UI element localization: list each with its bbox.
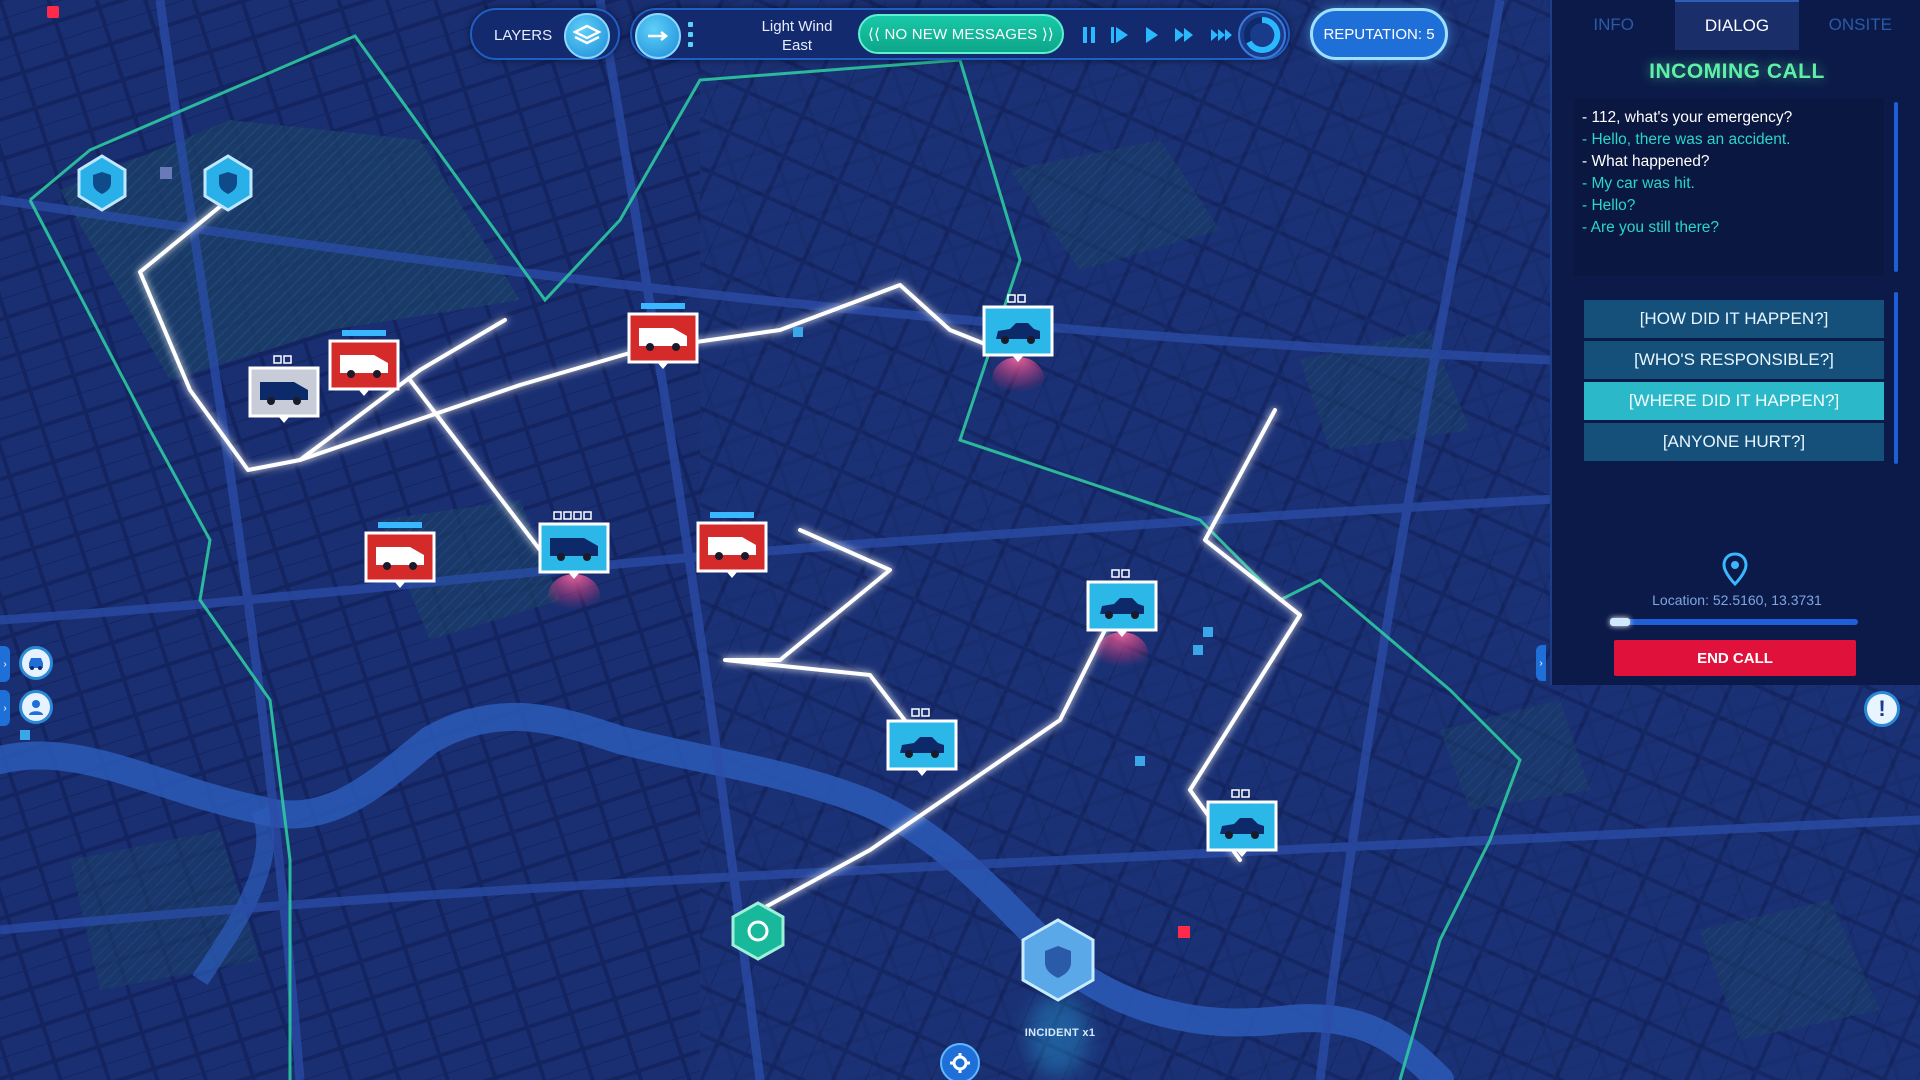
car-icon — [29, 658, 43, 670]
unit-marker-police-van[interactable] — [538, 511, 610, 618]
unit-marker-fire[interactable] — [696, 512, 768, 578]
pause-button[interactable] — [1082, 24, 1096, 46]
transcript-line: - Are you still there? — [1582, 219, 1719, 236]
reputation-badge[interactable]: REPUTATION: 5 — [1310, 8, 1448, 60]
layers-label: LAYERS — [494, 27, 553, 44]
tab-dialog[interactable]: DIALOG — [1675, 0, 1799, 50]
transcript-line: - My car was hit. — [1582, 175, 1695, 192]
question-option[interactable]: [ANYONE HURT?] — [1584, 423, 1884, 461]
question-options: [HOW DID IT HAPPEN?] [WHO'S RESPONSIBLE?… — [1584, 300, 1884, 464]
transcript-line: - Hello, there was an accident. — [1582, 131, 1791, 148]
transcript-line: - Hello? — [1582, 197, 1636, 214]
exclamation-icon: ! — [1878, 696, 1886, 721]
unit-marker-police[interactable] — [982, 294, 1054, 401]
wind-direction-text: East — [781, 37, 812, 54]
incident-count-label: INCIDENT x1 — [1024, 1027, 1096, 1039]
panel-tabs: INFO DIALOG ONSITE — [1552, 0, 1920, 50]
options-scrollbar[interactable] — [1894, 292, 1898, 464]
vehicles-button[interactable] — [19, 646, 53, 680]
collapse-panel-tab[interactable]: › — [1536, 645, 1546, 681]
transcript-line: - 112, what's your emergency? — [1582, 109, 1793, 126]
layers-icon — [573, 24, 601, 45]
personnel-button[interactable] — [19, 690, 53, 724]
fastest-forward-icon — [1211, 29, 1232, 41]
location-progress-fill — [1610, 618, 1630, 626]
expand-left-panel-tab[interactable]: › — [0, 690, 10, 726]
game-screen: LAYERS Light Wind East ⟨⟨ NO NEW MESSAGE… — [0, 0, 1920, 1080]
question-option[interactable]: [WHO'S RESPONSIBLE?] — [1584, 341, 1884, 379]
location-progress-bar — [1610, 618, 1858, 626]
wind-arrow-icon — [648, 31, 669, 41]
transcript-line: - What happened? — [1582, 153, 1710, 170]
gear-icon — [950, 1053, 970, 1073]
status-bar: Light Wind East ⟨⟨ NO NEW MESSAGES ⟩⟩ — [630, 8, 1290, 60]
police-station-hex[interactable] — [203, 154, 253, 212]
call-transcript: - 112, what's your emergency? - Hello, t… — [1574, 98, 1884, 276]
dispatch-center-hex[interactable] — [731, 901, 785, 961]
tab-info[interactable]: INFO — [1552, 0, 1676, 50]
tab-onsite[interactable]: ONSITE — [1798, 0, 1920, 50]
expand-left-panel-tab[interactable]: › — [0, 646, 10, 682]
location-text: Location: 52.5160, 13.3731 — [1652, 592, 1822, 608]
step-icon — [1111, 27, 1128, 43]
wind-direction-button[interactable] — [635, 13, 681, 59]
call-title: INCOMING CALL — [1649, 60, 1825, 83]
unit-marker-fire[interactable] — [627, 303, 699, 369]
wind-info: Light Wind East — [722, 17, 872, 55]
fast-forward-button[interactable] — [1174, 24, 1196, 46]
layers-button[interactable] — [564, 13, 610, 59]
messages-button[interactable]: ⟨⟨ NO NEW MESSAGES ⟩⟩ — [858, 14, 1064, 54]
play-button[interactable] — [1144, 24, 1160, 46]
play-icon — [1146, 27, 1158, 43]
call-panel: INFO DIALOG ONSITE INCOMING CALL - 112, … — [1550, 0, 1920, 685]
police-station-hex[interactable] — [77, 154, 127, 212]
transcript-scrollbar[interactable] — [1894, 102, 1898, 272]
game-clock[interactable] — [1238, 11, 1286, 59]
layers-control: LAYERS — [470, 8, 620, 60]
unit-marker-fire[interactable] — [364, 522, 436, 588]
alert-button[interactable]: ! — [1864, 691, 1900, 727]
wind-strength-indicator — [688, 22, 694, 48]
fastest-forward-button[interactable] — [1210, 24, 1236, 46]
pause-icon — [1083, 27, 1095, 43]
fast-forward-icon — [1175, 28, 1193, 42]
unit-marker-police[interactable] — [1086, 569, 1158, 676]
question-option[interactable]: [WHERE DID IT HAPPEN?] — [1584, 382, 1884, 420]
wind-strength-text: Light Wind — [761, 18, 833, 35]
person-icon — [29, 700, 43, 715]
question-option[interactable]: [HOW DID IT HAPPEN?] — [1584, 300, 1884, 338]
clock-ring-icon — [1244, 16, 1281, 53]
location-pin-icon — [1722, 552, 1748, 591]
settings-button[interactable] — [940, 1043, 980, 1080]
unit-marker-fire[interactable] — [328, 330, 400, 396]
step-button[interactable] — [1110, 24, 1130, 46]
speed-controls — [1082, 22, 1236, 48]
end-call-button[interactable]: END CALL — [1614, 640, 1856, 676]
